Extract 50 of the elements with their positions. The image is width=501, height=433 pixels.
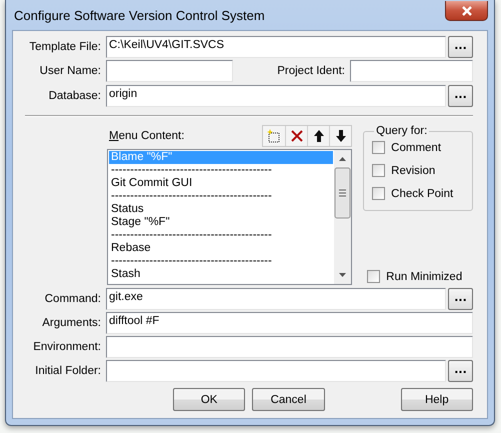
close-button[interactable] <box>445 1 488 21</box>
checkbox[interactable] <box>372 187 386 200</box>
checkbox[interactable] <box>372 141 386 154</box>
window-title: Configure Software Version Control System <box>14 8 265 22</box>
text-field[interactable]: C:\Keil\UV4\GIT.SVCS <box>106 36 446 58</box>
text-field[interactable] <box>106 336 473 358</box>
cancel-button[interactable]: Cancel <box>252 388 325 411</box>
field-label: Initial Folder: <box>34 365 101 377</box>
checkbox[interactable] <box>367 270 380 283</box>
browse-button[interactable]: ... <box>448 85 473 107</box>
list-item[interactable]: ------------------------------------------ <box>109 255 334 268</box>
text-field[interactable]: origin <box>106 85 446 107</box>
checkbox[interactable] <box>372 164 386 177</box>
list-item[interactable]: Status <box>109 203 334 216</box>
list-item[interactable]: Stash <box>109 268 334 281</box>
scrollbar[interactable] <box>334 150 352 284</box>
checkbox-label: Revision <box>391 164 436 176</box>
text-field[interactable] <box>350 60 473 82</box>
field-label: Database: <box>48 90 101 102</box>
text-field[interactable]: git.exe <box>106 288 446 310</box>
help-button[interactable]: Help <box>400 388 473 411</box>
move-up-icon[interactable] <box>307 126 330 146</box>
text-field[interactable] <box>106 60 233 82</box>
checkbox-label: Comment <box>391 142 442 154</box>
browse-button[interactable]: ... <box>448 360 473 382</box>
field-label: Template File: <box>28 41 101 53</box>
list-item[interactable]: Rebase <box>109 242 334 255</box>
move-down-icon[interactable] <box>329 126 352 146</box>
group-title: Query for: <box>375 125 428 137</box>
field-label: Command: <box>44 293 101 305</box>
ok-button[interactable]: OK <box>173 388 246 411</box>
close-icon <box>460 6 472 16</box>
checkbox-label: Check Point <box>391 188 454 200</box>
browse-button[interactable]: ... <box>448 36 473 58</box>
text-field[interactable] <box>106 360 446 382</box>
browse-button[interactable]: ... <box>448 288 473 310</box>
field-label: User Name: <box>38 65 101 77</box>
list-item[interactable]: Git Commit GUI <box>109 177 334 190</box>
checkbox-label: Run Minimized <box>386 270 462 282</box>
delete-icon[interactable] <box>285 126 308 146</box>
text-field[interactable]: difftool #F <box>106 312 473 334</box>
list-item[interactable]: ------------------------------------------ <box>109 190 334 203</box>
list-label: Menu Content: <box>108 130 184 142</box>
field-label: Environment: <box>32 341 101 353</box>
list-item[interactable]: Stage "%F" <box>109 216 334 229</box>
list-item[interactable]: ------------------------------------------ <box>109 229 334 242</box>
list-item[interactable]: ------------------------------------------ <box>109 164 334 177</box>
field-label: Arguments: <box>41 317 101 329</box>
new-item-icon[interactable] <box>263 126 286 146</box>
field-label: Project Ident: <box>276 65 345 77</box>
